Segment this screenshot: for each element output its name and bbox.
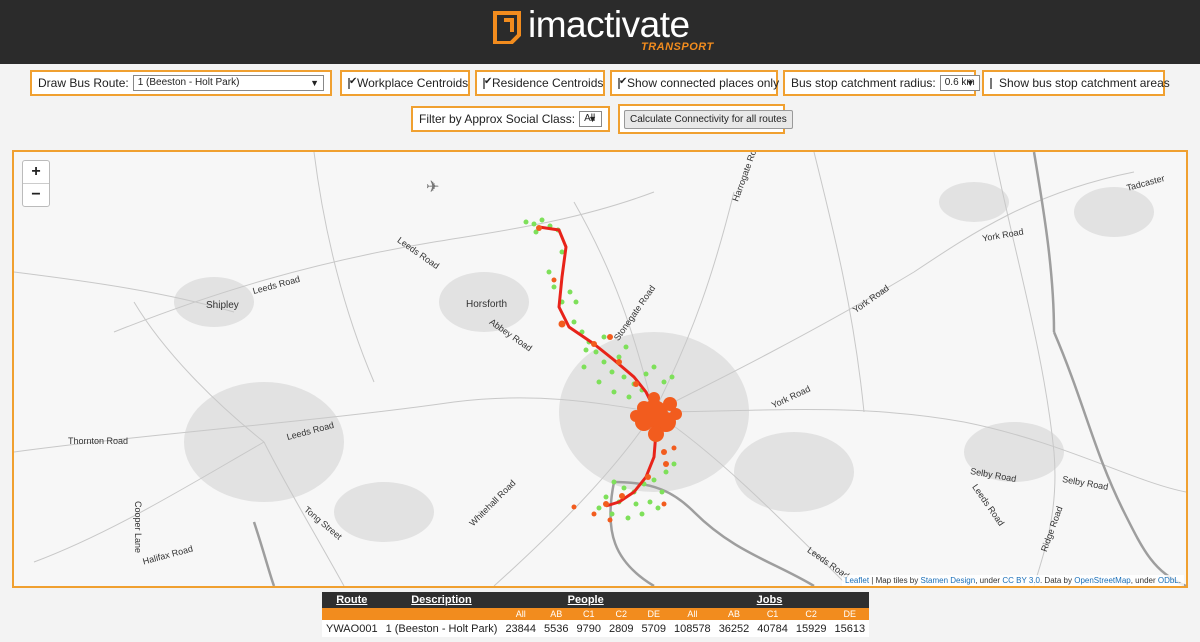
app-header: imactivate TRANSPORT: [0, 0, 1200, 64]
catchment-radius-control: Bus stop catchment radius: 0.6 km ▼: [783, 70, 980, 96]
subheader-cell: C1: [572, 608, 605, 620]
table-cell: 36252: [714, 620, 754, 637]
subheader-cell: C2: [605, 608, 638, 620]
ccby-link[interactable]: CC BY 3.0: [1002, 576, 1040, 585]
subheader-cell: AB: [540, 608, 573, 620]
attribution-text: . Data by: [1039, 576, 1075, 585]
table-cell: 108578: [669, 620, 715, 637]
table-cell: YWAO001: [322, 620, 382, 637]
table-cell: 40784: [753, 620, 792, 637]
table-row[interactable]: YWAO001 1 (Beeston - Holt Park) 23844 55…: [322, 620, 870, 637]
leaflet-link[interactable]: Leaflet: [845, 576, 869, 585]
subheader-cell: All: [501, 608, 541, 620]
residence-centroids-label: Residence Centroids: [492, 76, 604, 90]
table-cell: 9790: [572, 620, 605, 637]
subheader-cell: AB: [714, 608, 754, 620]
show-catchment-label: Show bus stop catchment areas: [999, 76, 1170, 90]
zoom-in-button[interactable]: +: [23, 161, 49, 183]
workplace-centroids-label: Workplace Centroids: [357, 76, 469, 90]
workplace-centroids-checkbox[interactable]: [348, 76, 357, 89]
zoom-control: + −: [22, 160, 50, 207]
airport-icon: ✈: [426, 179, 439, 196]
map-canvas[interactable]: ✈: [14, 152, 1186, 586]
subheader-cell: [322, 608, 382, 620]
results-table: Route Description People Jobs All AB C1 …: [322, 592, 870, 637]
draw-bus-route-label: Draw Bus Route:: [38, 76, 129, 90]
place-label: Horsforth: [466, 299, 508, 310]
subheader-cell: C1: [753, 608, 792, 620]
attribution-text: | Map tiles by: [869, 576, 921, 585]
table-cell: 5709: [637, 620, 670, 637]
table-cell: 5536: [540, 620, 573, 637]
catchment-radius-label: Bus stop catchment radius:: [791, 76, 936, 90]
subheader-cell: DE: [830, 608, 870, 620]
table-cell: 2809: [605, 620, 638, 637]
subheader-cell: DE: [637, 608, 670, 620]
odbl-link[interactable]: ODbL: [1158, 576, 1179, 585]
description-header[interactable]: Description: [381, 592, 502, 608]
map-attribution: Leaflet | Map tiles by Stamen Design, un…: [842, 575, 1184, 586]
subheader-cell: All: [669, 608, 715, 620]
bus-route-select-value: 1 (Beeston - Holt Park): [137, 77, 240, 88]
draw-bus-route-control: Draw Bus Route: 1 (Beeston - Holt Park) …: [30, 70, 332, 96]
catchment-radius-select[interactable]: 0.6 km ▼: [939, 75, 980, 91]
table-header-row: Route Description People Jobs: [322, 592, 870, 608]
subheader-cell: C2: [791, 608, 831, 620]
table-subheader-row: All AB C1 C2 DE All AB C1 C2 DE: [322, 608, 870, 620]
logo-subtitle: TRANSPORT: [641, 41, 714, 53]
chevron-down-icon: ▼: [310, 78, 319, 88]
people-header[interactable]: People: [501, 592, 670, 608]
stamen-link[interactable]: Stamen Design: [920, 576, 975, 585]
calculate-connectivity-button[interactable]: Calculate Connectivity for all routes: [624, 109, 793, 129]
connected-places-checkbox[interactable]: [618, 76, 627, 89]
jobs-header[interactable]: Jobs: [669, 592, 870, 608]
residence-centroids-checkbox[interactable]: [483, 76, 492, 89]
place-label: Shipley: [206, 300, 239, 311]
attribution-text: , under: [975, 576, 1003, 585]
route-header[interactable]: Route: [322, 592, 382, 608]
residence-centroids-control[interactable]: Residence Centroids: [475, 70, 605, 96]
road-label: Thornton Road: [68, 436, 129, 446]
chevron-down-icon: ▼: [588, 114, 597, 124]
table-cell: 1 (Beeston - Holt Park): [381, 620, 502, 637]
social-class-label: Filter by Approx Social Class:: [419, 112, 576, 126]
zoom-out-button[interactable]: −: [23, 183, 49, 206]
show-catchment-control[interactable]: Show bus stop catchment areas: [982, 70, 1170, 96]
connected-places-control[interactable]: Show connected places only: [610, 70, 780, 96]
workplace-centroids-control[interactable]: Workplace Centroids: [340, 70, 470, 96]
table-cell: 15613: [830, 620, 870, 637]
table-cell: 15929: [791, 620, 831, 637]
road-label: Cooper Lane: [133, 500, 144, 554]
attribution-text: .: [1178, 576, 1181, 585]
osm-link[interactable]: OpenStreetMap: [1074, 576, 1130, 585]
logo-icon: [493, 11, 521, 44]
map-view[interactable]: ✈ + − Shipley Horsforth Leeds Road Leeds…: [12, 150, 1188, 588]
social-class-select[interactable]: All ▼: [579, 111, 602, 127]
bus-route-select[interactable]: 1 (Beeston - Holt Park) ▼: [132, 75, 324, 91]
show-catchment-checkbox[interactable]: [990, 77, 992, 89]
table-cell: 23844: [501, 620, 541, 637]
social-class-control: Filter by Approx Social Class: All ▼: [411, 106, 610, 132]
connected-places-label: Show connected places only: [627, 76, 780, 90]
subheader-cell: [381, 608, 502, 620]
logo-text: imactivate: [528, 4, 690, 45]
attribution-text: , under: [1130, 576, 1158, 585]
chevron-down-icon: ▼: [965, 78, 975, 88]
calculate-control: Calculate Connectivity for all routes: [618, 104, 793, 134]
